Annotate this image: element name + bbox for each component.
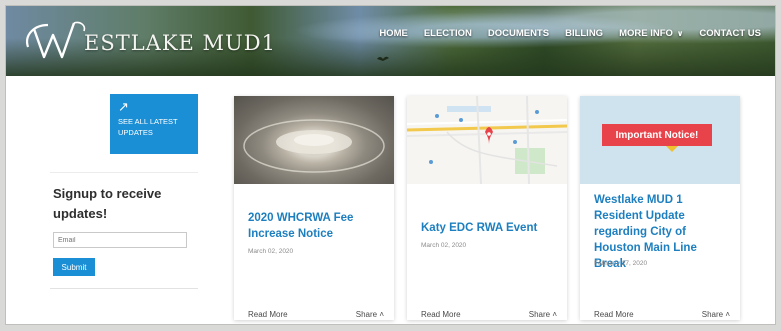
sidebar-divider-bottom [50,288,198,289]
card-image-map[interactable] [407,96,567,184]
notice-tip [666,146,678,152]
nav-documents[interactable]: DOCUMENTS [480,28,557,39]
read-more-link[interactable]: Read More [594,310,634,319]
nav-more-info-label: MORE INFO [619,28,673,39]
card-date: March 02, 2020 [421,242,467,249]
map-image [407,96,567,184]
nav-contact-us[interactable]: CONTACT US [691,28,769,39]
card-title-link[interactable]: 2020 WHCRWA Fee Increase Notice [248,210,384,242]
site-logo[interactable]: ESTLAKE MUD1 [20,16,276,64]
logo-w-icon [26,21,86,59]
arrow-up-right-icon: ↗ [118,99,129,114]
read-more-link[interactable]: Read More [421,310,461,319]
card-footer: Read More Share ˄ [594,310,730,319]
read-more-link[interactable]: Read More [248,310,288,319]
see-all-label: SEE ALL LATEST UPDATES [118,117,178,137]
main-content: ↗ SEE ALL LATEST UPDATES Signup to recei… [6,76,775,324]
email-field[interactable] [53,232,187,248]
nav-more-info[interactable]: MORE INFO ∨ [611,28,691,39]
chevron-down-icon: ∨ [676,29,684,38]
important-notice-image: Important Notice! [580,96,740,184]
card-title-link[interactable]: Katy EDC RWA Event [421,220,557,236]
news-card[interactable]: 2020 WHCRWA Fee Increase Notice March 02… [234,96,394,320]
nav-election[interactable]: ELECTION [416,28,480,39]
sidebar-divider [50,172,198,173]
share-label: Share [701,310,724,319]
nav-home[interactable]: HOME [371,28,416,39]
card-image-bowl[interactable] [234,96,394,184]
logo-text: ESTLAKE MUD1 [84,31,276,55]
card-footer: Read More Share ˄ [248,310,384,319]
share-button[interactable]: Share ˄ [356,310,384,319]
card-footer: Read More Share ˄ [421,310,557,319]
share-button[interactable]: Share ˄ [529,310,557,319]
share-label: Share [355,310,378,319]
bowl-illustration [243,119,385,173]
news-card[interactable]: Important Notice! Westlake MUD 1 Residen… [580,96,740,320]
card-date: February 27, 2020 [594,260,648,267]
chevron-icon: ˄ [379,310,384,319]
share-label: Share [528,310,551,319]
bird-icon [377,56,389,61]
card-image-notice[interactable]: Important Notice! [580,96,740,184]
submit-button[interactable]: Submit [53,258,95,276]
see-all-updates-button[interactable]: ↗ SEE ALL LATEST UPDATES [110,94,198,154]
chevron-icon: ˄ [725,310,730,319]
signup-heading: Signup to receive updates! [53,186,162,221]
water-bowl-image [234,96,394,184]
map-illustration [407,96,567,184]
nav-billing[interactable]: BILLING [557,28,611,39]
notice-banner: Important Notice! [602,124,712,146]
news-card[interactable]: Katy EDC RWA Event March 02, 2020 Read M… [407,96,567,320]
chevron-icon: ˄ [552,310,557,319]
card-date: March 02, 2020 [248,248,294,255]
main-nav: HOME ELECTION DOCUMENTS BILLING MORE INF… [371,28,769,39]
site-header: ESTLAKE MUD1 HOME ELECTION DOCUMENTS BIL… [6,6,775,76]
share-button[interactable]: Share ˄ [702,310,730,319]
browser-page: ESTLAKE MUD1 HOME ELECTION DOCUMENTS BIL… [6,6,775,324]
